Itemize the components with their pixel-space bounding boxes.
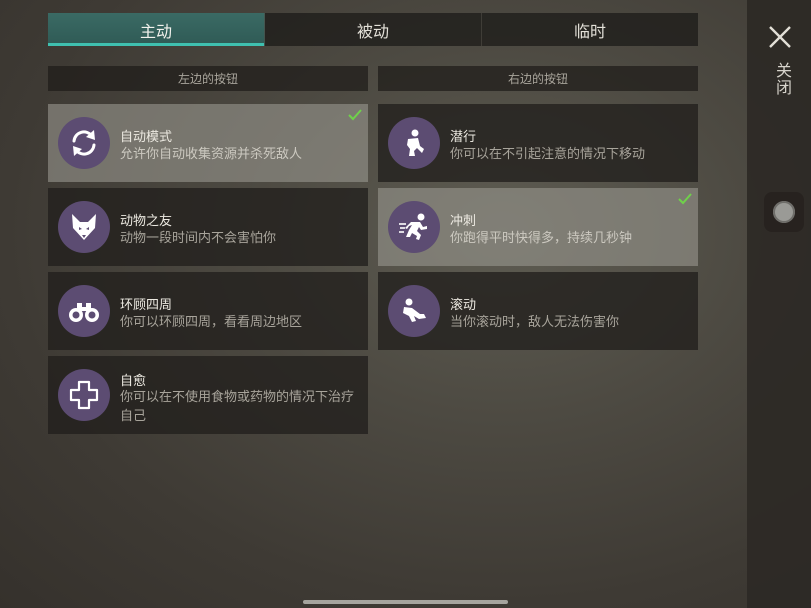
close-icon[interactable] xyxy=(767,24,793,50)
skill-card-auto-mode[interactable]: 自动模式 允许你自动收集资源并杀死敌人 xyxy=(48,104,368,182)
skill-description: 允许你自动收集资源并杀死敌人 xyxy=(120,147,303,162)
scroll-handle[interactable] xyxy=(773,201,795,223)
skill-title: 自动模式 xyxy=(120,130,173,145)
skill-card-animal-friend[interactable]: 动物之友 动物一段时间内不会害怕你 xyxy=(48,188,368,266)
tab-passive[interactable]: 被动 xyxy=(265,13,482,46)
skill-title: 环顾四周 xyxy=(120,298,173,313)
skill-description: 动物一段时间内不会害怕你 xyxy=(120,231,277,246)
tab-active[interactable]: 主动 xyxy=(48,13,265,46)
skill-title: 冲刺 xyxy=(450,214,477,229)
tab-temporary[interactable]: 临时 xyxy=(482,13,698,46)
skill-card-roll[interactable]: 滚动 当你滚动时，敌人无法伤害你 xyxy=(378,272,698,350)
roll-icon xyxy=(388,285,440,337)
medical-cross-icon xyxy=(58,369,110,421)
fox-icon xyxy=(58,201,110,253)
skill-description: 当你滚动时，敌人无法伤害你 xyxy=(450,315,620,330)
skill-title: 动物之友 xyxy=(120,214,173,229)
skill-card-self-heal[interactable]: 自愈 你可以在不使用食物或药物的情况下治疗自己 xyxy=(48,356,368,434)
binoculars-icon xyxy=(58,285,110,337)
skill-title: 潜行 xyxy=(450,130,477,145)
refresh-icon xyxy=(58,117,110,169)
checkmark-icon xyxy=(678,193,692,205)
skill-card-sprint[interactable]: 冲刺 你跑得平时快得多，持续几秒钟 xyxy=(378,188,698,266)
tab-bar: 主动 被动 临时 xyxy=(48,13,698,46)
sprint-icon xyxy=(388,201,440,253)
skill-card-sneak[interactable]: 潜行 你可以在不引起注意的情况下移动 xyxy=(378,104,698,182)
skill-card-look-around[interactable]: 环顾四周 你可以环顾四周，看看周边地区 xyxy=(48,272,368,350)
left-buttons-header: 左边的按钮 xyxy=(48,66,368,91)
skill-title: 滚动 xyxy=(450,298,477,313)
skill-description: 你可以在不引起注意的情况下移动 xyxy=(450,147,646,162)
right-buttons-header: 右边的按钮 xyxy=(378,66,698,91)
skill-title: 自愈 xyxy=(120,374,147,389)
close-button-label[interactable]: 关闭 xyxy=(769,62,792,96)
skill-description: 你可以在不使用食物或药物的情况下治疗自己 xyxy=(120,390,355,424)
sneak-icon xyxy=(388,117,440,169)
home-indicator xyxy=(303,600,508,604)
checkmark-icon xyxy=(348,109,362,121)
skill-description: 你跑得平时快得多，持续几秒钟 xyxy=(450,231,633,246)
skill-description: 你可以环顾四周，看看周边地区 xyxy=(120,315,303,330)
